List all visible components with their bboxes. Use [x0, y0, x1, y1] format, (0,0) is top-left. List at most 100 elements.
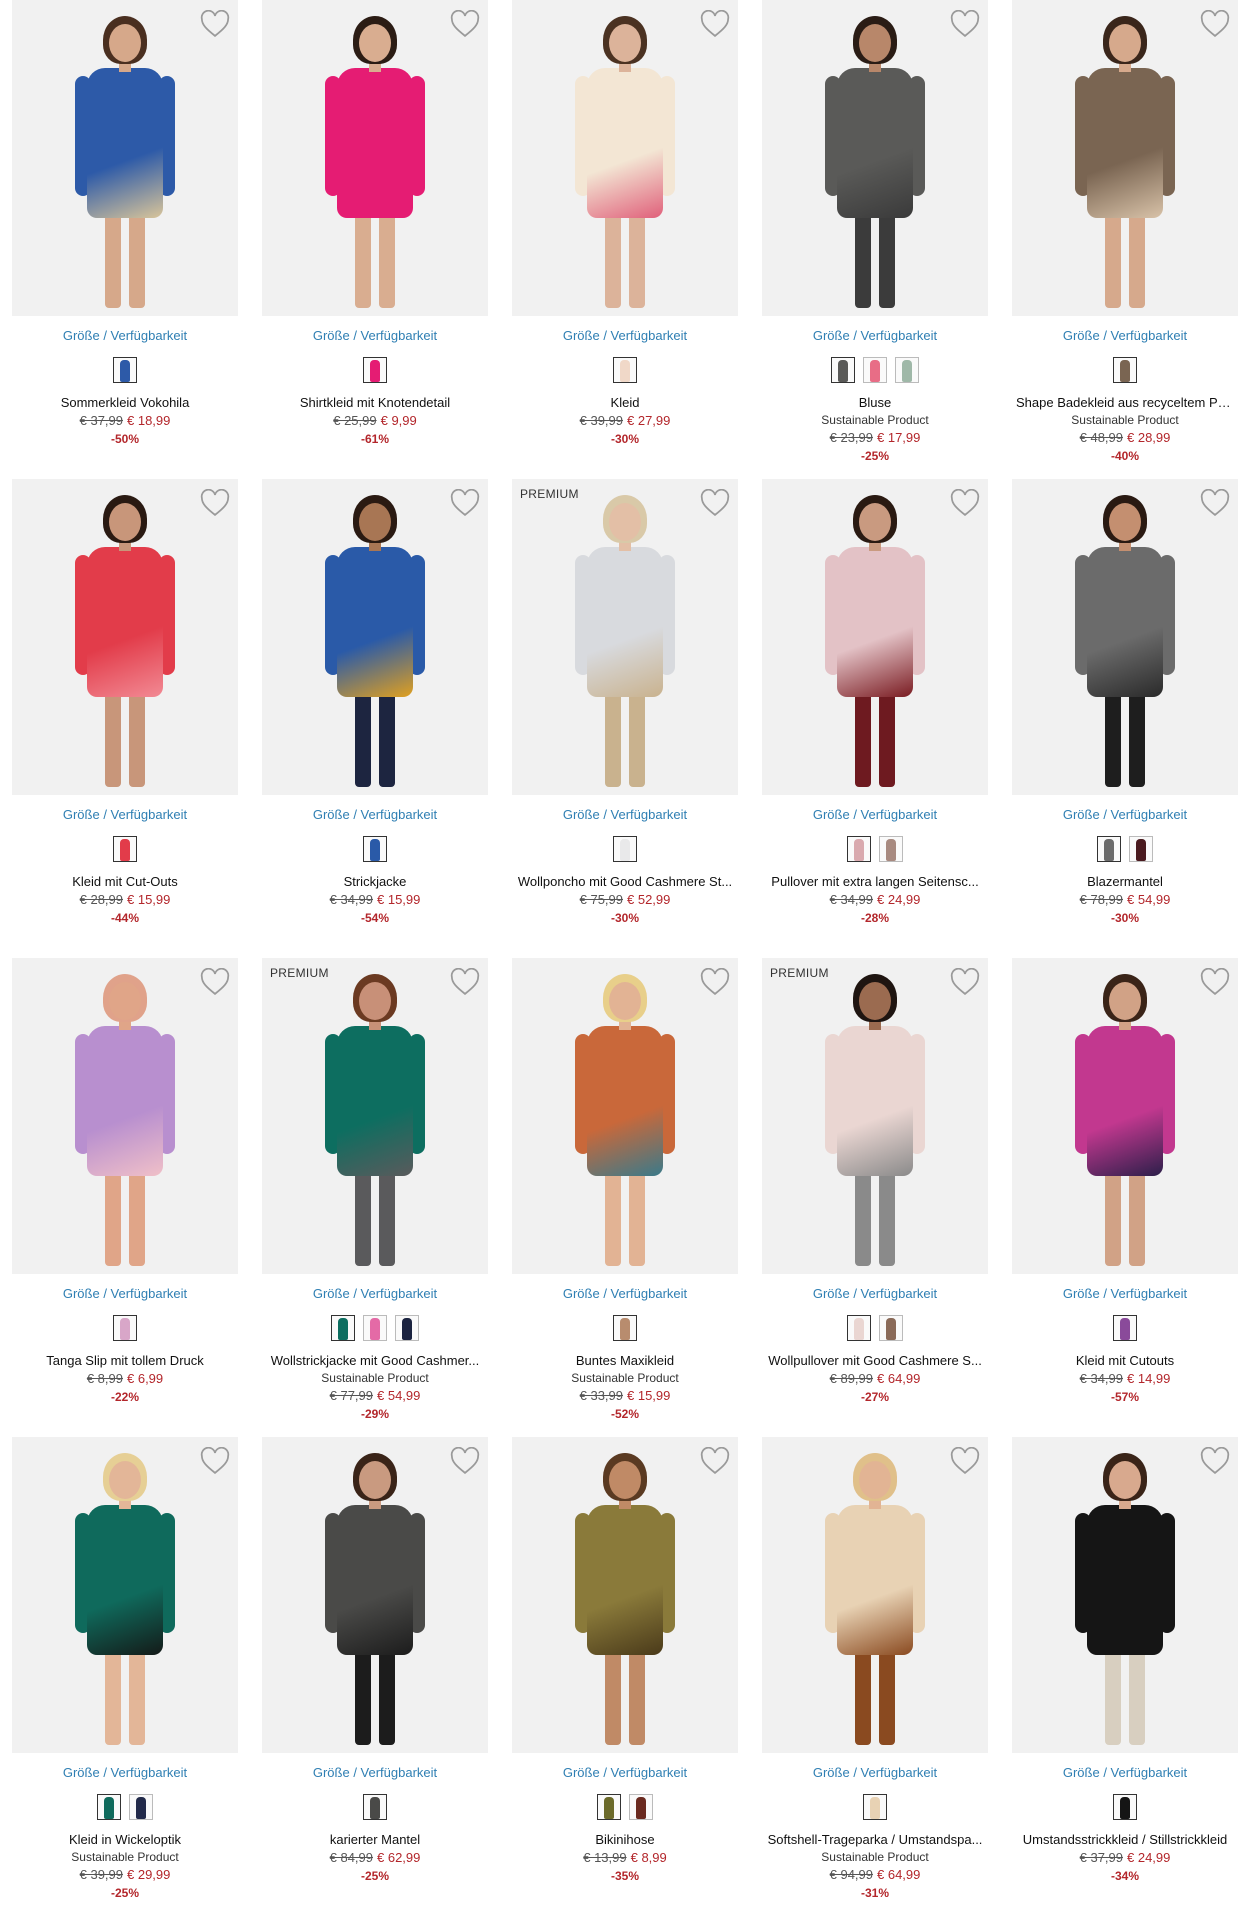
- wishlist-heart-icon[interactable]: [950, 1446, 980, 1475]
- product-name[interactable]: Umstandsstrickkleid / Stillstrickkleid: [1012, 1832, 1238, 1847]
- product-name[interactable]: Kleid: [512, 395, 738, 410]
- product-name[interactable]: Shirtkleid mit Knotendetail: [262, 395, 488, 410]
- color-swatch[interactable]: [613, 836, 637, 862]
- color-swatch[interactable]: [863, 357, 887, 383]
- wishlist-heart-icon[interactable]: [950, 488, 980, 517]
- product-image[interactable]: PREMIUM: [512, 479, 738, 795]
- color-swatch[interactable]: [1129, 836, 1153, 862]
- color-swatch[interactable]: [847, 836, 871, 862]
- color-swatch[interactable]: [879, 1315, 903, 1341]
- product-image[interactable]: [1012, 0, 1238, 316]
- product-card[interactable]: PREMIUM Größe / Verfügbarkeit Wollpullover…: [762, 958, 988, 1437]
- color-swatch[interactable]: [363, 1794, 387, 1820]
- product-image[interactable]: [12, 1437, 238, 1753]
- product-card[interactable]: Größe / Verfügbarkeit Shape Badekleid aus…: [1012, 0, 1238, 479]
- color-swatch[interactable]: [1113, 1794, 1137, 1820]
- product-image[interactable]: [762, 479, 988, 795]
- product-name[interactable]: Kleid mit Cutouts: [1012, 1353, 1238, 1368]
- product-name[interactable]: Softshell-Trageparka / Umstandspa...: [762, 1832, 988, 1847]
- product-card[interactable]: Größe / Verfügbarkeit Bluse Sustainable Pr…: [762, 0, 988, 479]
- product-image[interactable]: [1012, 479, 1238, 795]
- wishlist-heart-icon[interactable]: [200, 9, 230, 38]
- color-swatch[interactable]: [1097, 836, 1121, 862]
- product-card[interactable]: Größe / Verfügbarkeit Shirtkleid mit Knot…: [262, 0, 488, 479]
- size-availability-link[interactable]: Größe / Verfügbarkeit: [512, 807, 738, 822]
- product-card[interactable]: Größe / Verfügbarkeit Kleid mit Cutouts € …: [1012, 958, 1238, 1437]
- product-image[interactable]: [262, 1437, 488, 1753]
- wishlist-heart-icon[interactable]: [450, 9, 480, 38]
- product-image[interactable]: [1012, 958, 1238, 1274]
- wishlist-heart-icon[interactable]: [450, 488, 480, 517]
- color-swatch[interactable]: [879, 836, 903, 862]
- product-image[interactable]: [512, 0, 738, 316]
- product-name[interactable]: Kleid in Wickeloptik: [12, 1832, 238, 1847]
- product-card[interactable]: Größe / Verfügbarkeit Kleid € 39,99 € 27,99…: [512, 0, 738, 479]
- product-image[interactable]: [262, 0, 488, 316]
- size-availability-link[interactable]: Größe / Verfügbarkeit: [1012, 807, 1238, 822]
- product-name[interactable]: Pullover mit extra langen Seitensc...: [762, 874, 988, 889]
- color-swatch[interactable]: [113, 836, 137, 862]
- size-availability-link[interactable]: Größe / Verfügbarkeit: [12, 328, 238, 343]
- wishlist-heart-icon[interactable]: [1200, 967, 1230, 996]
- size-availability-link[interactable]: Größe / Verfügbarkeit: [1012, 328, 1238, 343]
- product-name[interactable]: Bluse: [762, 395, 988, 410]
- color-swatch[interactable]: [363, 357, 387, 383]
- size-availability-link[interactable]: Größe / Verfügbarkeit: [12, 1765, 238, 1780]
- wishlist-heart-icon[interactable]: [200, 967, 230, 996]
- wishlist-heart-icon[interactable]: [700, 967, 730, 996]
- size-availability-link[interactable]: Größe / Verfügbarkeit: [1012, 1765, 1238, 1780]
- product-image[interactable]: [12, 958, 238, 1274]
- product-name[interactable]: Wollponcho mit Good Cashmere St...: [512, 874, 738, 889]
- color-swatch[interactable]: [1113, 1315, 1137, 1341]
- color-swatch[interactable]: [113, 1315, 137, 1341]
- wishlist-heart-icon[interactable]: [1200, 9, 1230, 38]
- product-image[interactable]: [762, 1437, 988, 1753]
- color-swatch[interactable]: [613, 357, 637, 383]
- wishlist-heart-icon[interactable]: [450, 967, 480, 996]
- product-card[interactable]: Größe / Verfügbarkeit Kleid mit Cut-Outs €…: [12, 479, 238, 958]
- product-card[interactable]: Größe / Verfügbarkeit Softshell-Tragepark…: [762, 1437, 988, 1916]
- product-name[interactable]: Wollstrickjacke mit Good Cashmer...: [262, 1353, 488, 1368]
- color-swatch[interactable]: [629, 1794, 653, 1820]
- color-swatch[interactable]: [847, 1315, 871, 1341]
- product-image[interactable]: [1012, 1437, 1238, 1753]
- product-image[interactable]: [12, 0, 238, 316]
- size-availability-link[interactable]: Größe / Verfügbarkeit: [762, 1286, 988, 1301]
- product-image[interactable]: [12, 479, 238, 795]
- wishlist-heart-icon[interactable]: [450, 1446, 480, 1475]
- size-availability-link[interactable]: Größe / Verfügbarkeit: [262, 807, 488, 822]
- color-swatch[interactable]: [863, 1794, 887, 1820]
- product-card[interactable]: Größe / Verfügbarkeit Umstandsstrickkleid…: [1012, 1437, 1238, 1916]
- product-image[interactable]: [512, 958, 738, 1274]
- product-name[interactable]: Tanga Slip mit tollem Druck: [12, 1353, 238, 1368]
- color-swatch[interactable]: [1113, 357, 1137, 383]
- wishlist-heart-icon[interactable]: [700, 1446, 730, 1475]
- product-name[interactable]: Shape Badekleid aus recyceltem Po...: [1012, 395, 1238, 410]
- size-availability-link[interactable]: Größe / Verfügbarkeit: [512, 328, 738, 343]
- product-name[interactable]: Kleid mit Cut-Outs: [12, 874, 238, 889]
- product-name[interactable]: Blazermantel: [1012, 874, 1238, 889]
- color-swatch[interactable]: [613, 1315, 637, 1341]
- product-card[interactable]: Größe / Verfügbarkeit Sommerkleid Vokohil…: [12, 0, 238, 479]
- size-availability-link[interactable]: Größe / Verfügbarkeit: [512, 1765, 738, 1780]
- product-image[interactable]: PREMIUM: [262, 958, 488, 1274]
- color-swatch[interactable]: [113, 357, 137, 383]
- color-swatch[interactable]: [331, 1315, 355, 1341]
- size-availability-link[interactable]: Größe / Verfügbarkeit: [262, 1765, 488, 1780]
- product-name[interactable]: Buntes Maxikleid: [512, 1353, 738, 1368]
- color-swatch[interactable]: [597, 1794, 621, 1820]
- size-availability-link[interactable]: Größe / Verfügbarkeit: [262, 328, 488, 343]
- product-name[interactable]: Wollpullover mit Good Cashmere S...: [762, 1353, 988, 1368]
- color-swatch[interactable]: [363, 836, 387, 862]
- wishlist-heart-icon[interactable]: [700, 488, 730, 517]
- wishlist-heart-icon[interactable]: [700, 9, 730, 38]
- product-card[interactable]: Größe / Verfügbarkeit Kleid in Wickelopti…: [12, 1437, 238, 1916]
- product-name[interactable]: Sommerkleid Vokohila: [12, 395, 238, 410]
- product-card[interactable]: Größe / Verfügbarkeit Bikinihose € 13,99 € …: [512, 1437, 738, 1916]
- wishlist-heart-icon[interactable]: [200, 488, 230, 517]
- product-card[interactable]: Größe / Verfügbarkeit Pullover mit extra …: [762, 479, 988, 958]
- product-image[interactable]: [762, 0, 988, 316]
- wishlist-heart-icon[interactable]: [1200, 488, 1230, 517]
- color-swatch[interactable]: [129, 1794, 153, 1820]
- product-card[interactable]: Größe / Verfügbarkeit Blazermantel € 78,99…: [1012, 479, 1238, 958]
